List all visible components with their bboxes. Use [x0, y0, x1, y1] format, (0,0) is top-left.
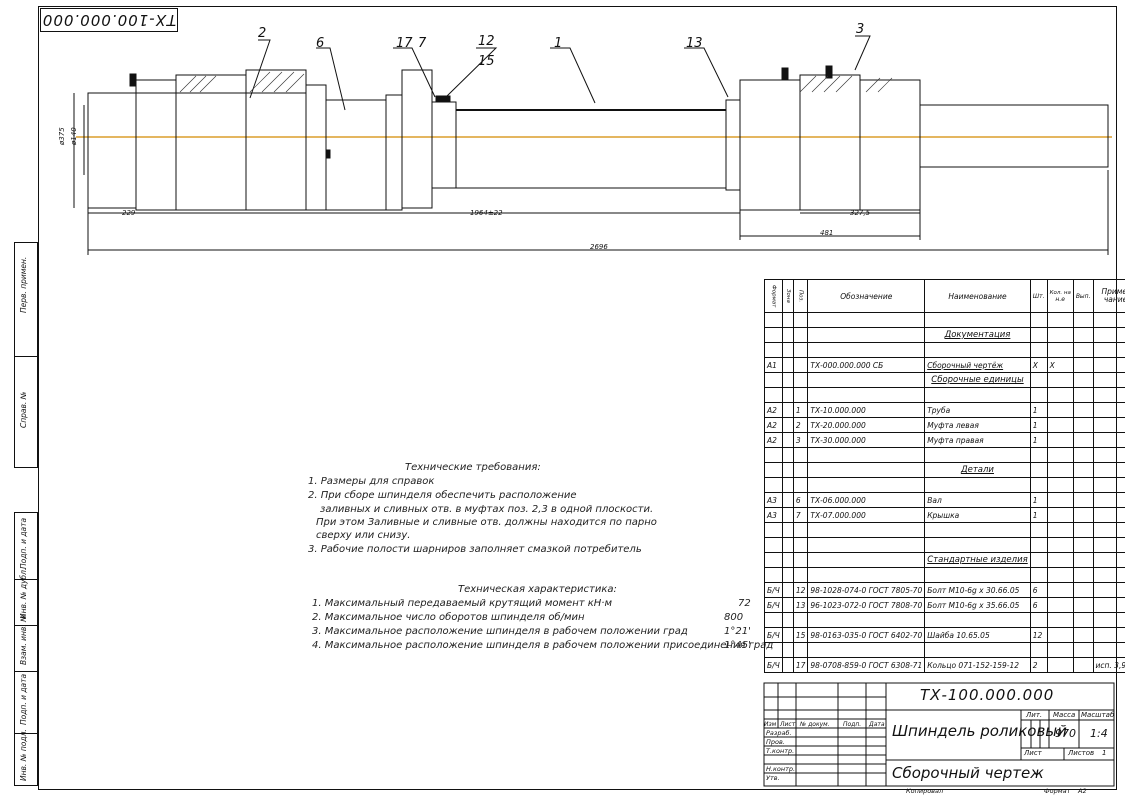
tb-doc-number: ТХ-100.000.000	[920, 686, 1055, 704]
tb-role: Утв.	[766, 774, 780, 782]
tb-role: Пров.	[766, 738, 785, 746]
tb-subtitle: Сборочный чертеж	[892, 764, 1044, 782]
tb-sheets-label: Листов	[1068, 749, 1095, 757]
tb-change-col: Подп.	[843, 721, 862, 728]
tb-scale-label: Масштаб	[1081, 711, 1115, 719]
title-block-lines	[763, 682, 1115, 787]
tb-change-col: Дата	[869, 721, 885, 728]
tb-role: Н.контр.	[766, 765, 796, 773]
tb-format: А2	[1078, 787, 1087, 795]
tb-lit-label: Лит.	[1026, 711, 1043, 719]
tb-copied: Копировал	[906, 787, 944, 795]
tb-role: Разраб.	[766, 729, 792, 737]
tb-change-col: Лист	[780, 721, 796, 728]
tb-mass: 970	[1055, 727, 1076, 740]
tb-sheets: 1	[1102, 749, 1107, 757]
tb-mass-label: Масса	[1053, 711, 1076, 719]
tb-title: Шпиндель роликовый	[892, 722, 1067, 740]
tb-scale: 1:4	[1090, 727, 1108, 740]
tb-sheet-label: Лист	[1024, 749, 1042, 757]
tb-format-label: Формат	[1044, 787, 1071, 795]
tb-role: Т.контр.	[766, 747, 795, 755]
tb-change-col: № докум.	[800, 721, 830, 728]
tb-change-col: Изм	[764, 721, 777, 728]
